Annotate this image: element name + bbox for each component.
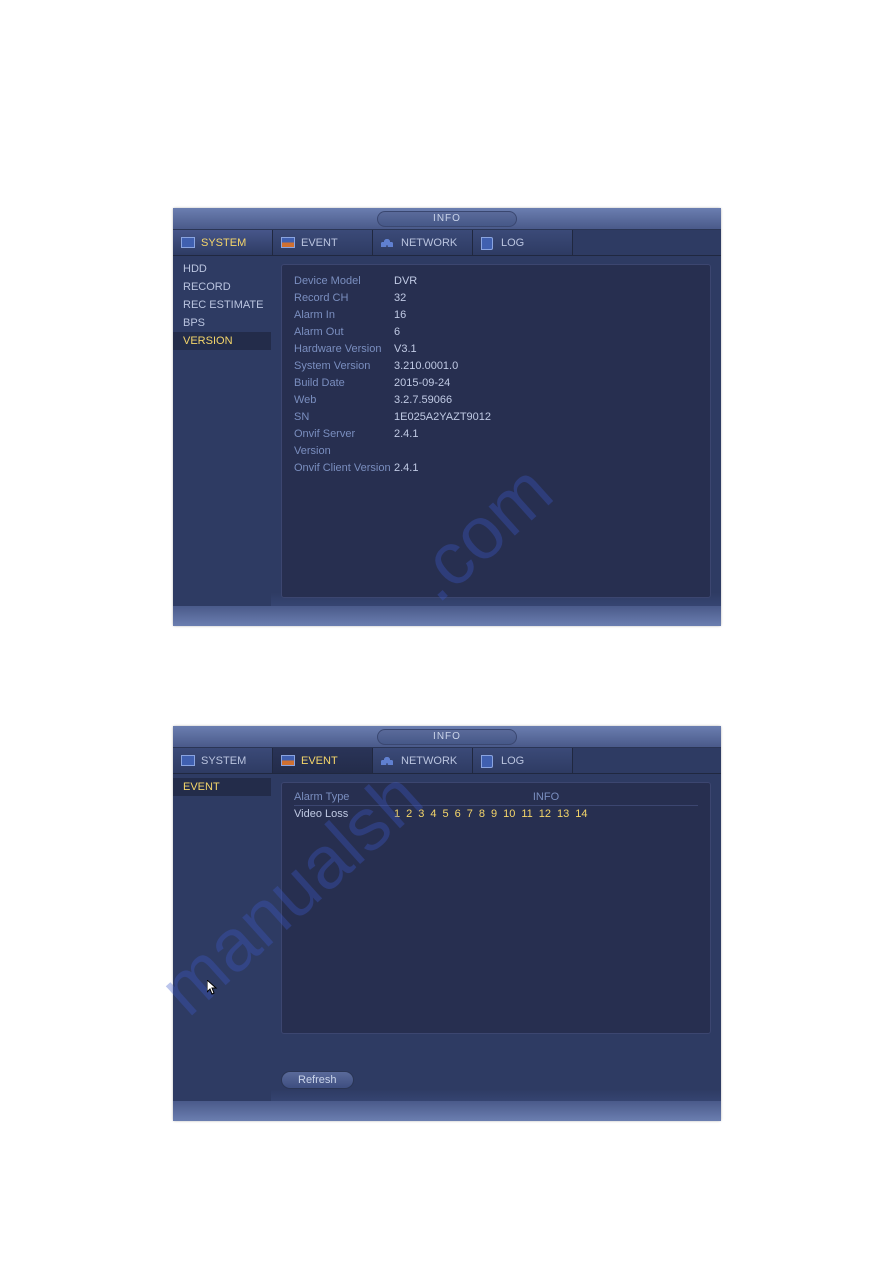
ch-num: 9 [491,808,497,820]
tab-label: NETWORK [401,237,457,249]
system-version-label: System Version [294,358,394,375]
event-type: Video Loss [294,808,394,820]
ch-num: 7 [467,808,473,820]
ch-num: 3 [418,808,424,820]
onvif-client-label: Onvif Client Version [294,460,394,477]
ch-num: 2 [406,808,412,820]
window-footer [173,606,721,626]
tab-system[interactable]: SYSTEM [173,230,273,255]
content-area: Alarm Type INFO Video Loss 1 2 3 4 5 6 7 [271,774,721,1101]
record-ch-label: Record CH [294,290,394,307]
event-row: Video Loss 1 2 3 4 5 6 7 8 9 10 1 [294,806,698,820]
device-model-label: Device Model [294,273,394,290]
tab-label: SYSTEM [201,755,246,767]
event-table-header: Alarm Type INFO [294,791,698,806]
tab-label: LOG [501,237,524,249]
tab-bar: SYSTEM EVENT NETWORK LOG [173,230,721,256]
tab-bar: SYSTEM EVENT NETWORK LOG [173,748,721,774]
tab-label: LOG [501,755,524,767]
info-window-event: INFO SYSTEM EVENT NETWORK LOG EVENT [173,726,721,1121]
network-icon [381,237,395,249]
col-alarm-type: Alarm Type [294,791,394,803]
ch-num: 6 [455,808,461,820]
info-window-system: INFO SYSTEM EVENT NETWORK LOG HDD RECORD… [173,208,721,626]
tab-network[interactable]: NETWORK [373,230,473,255]
sidebar-item-recestimate[interactable]: REC ESTIMATE [173,296,271,314]
web-label: Web [294,392,394,409]
alarm-out-label: Alarm Out [294,324,394,341]
tab-event[interactable]: EVENT [273,230,373,255]
event-channels: 1 2 3 4 5 6 7 8 9 10 11 12 13 [394,808,698,820]
record-ch-value: 32 [394,290,406,307]
tab-label: EVENT [301,755,338,767]
tab-system[interactable]: SYSTEM [173,748,273,773]
tab-label: SYSTEM [201,237,246,249]
event-icon [281,237,295,249]
build-date-label: Build Date [294,375,394,392]
ch-num: 8 [479,808,485,820]
monitor-icon [181,237,195,249]
tab-log[interactable]: LOG [473,748,573,773]
ch-num: 4 [430,808,436,820]
window-body: HDD RECORD REC ESTIMATE BPS VERSION Devi… [173,256,721,606]
content-area: Device ModelDVR Record CH32 Alarm In16 A… [271,256,721,606]
window-title: INFO [377,211,517,227]
ch-num: 1 [394,808,400,820]
col-info: INFO [394,791,698,803]
sidebar-item-record[interactable]: RECORD [173,278,271,296]
titlebar: INFO [173,726,721,748]
hardware-version-label: Hardware Version [294,341,394,358]
tab-label: NETWORK [401,755,457,767]
refresh-button[interactable]: Refresh [281,1071,354,1089]
hardware-version-value: V3.1 [394,341,417,358]
window-footer [173,1101,721,1121]
sidebar-item-version[interactable]: VERSION [173,332,271,350]
titlebar: INFO [173,208,721,230]
sidebar-item-bps[interactable]: BPS [173,314,271,332]
sidebar-item-hdd[interactable]: HDD [173,260,271,278]
sidebar: EVENT [173,774,271,1101]
onvif-client-value: 2.4.1 [394,460,418,477]
onvif-server-label: Onvif Server Version [294,426,394,460]
event-panel: Alarm Type INFO Video Loss 1 2 3 4 5 6 7 [281,782,711,1034]
version-panel: Device ModelDVR Record CH32 Alarm In16 A… [281,264,711,598]
monitor-icon [181,755,195,767]
ch-num: 5 [443,808,449,820]
alarm-in-value: 16 [394,307,406,324]
web-value: 3.2.7.59066 [394,392,452,409]
sidebar: HDD RECORD REC ESTIMATE BPS VERSION [173,256,271,606]
onvif-server-value: 2.4.1 [394,426,418,460]
sn-value: 1E025A2YAZT9012 [394,409,491,426]
ch-num: 13 [557,808,569,820]
alarm-out-value: 6 [394,324,400,341]
network-icon [381,755,395,767]
device-model-value: DVR [394,273,417,290]
window-body: EVENT Alarm Type INFO Video Loss 1 2 3 [173,774,721,1101]
ch-num: 10 [503,808,515,820]
build-date-value: 2015-09-24 [394,375,450,392]
tab-network[interactable]: NETWORK [373,748,473,773]
ch-num: 14 [575,808,587,820]
log-icon [481,237,495,249]
tab-event[interactable]: EVENT [273,748,373,773]
ch-num: 11 [521,808,532,820]
log-icon [481,755,495,767]
system-version-value: 3.210.0001.0 [394,358,458,375]
event-icon [281,755,295,767]
alarm-in-label: Alarm In [294,307,394,324]
tab-log[interactable]: LOG [473,230,573,255]
window-title: INFO [377,729,517,745]
sidebar-item-event[interactable]: EVENT [173,778,271,796]
sn-label: SN [294,409,394,426]
tab-label: EVENT [301,237,338,249]
ch-num: 12 [539,808,551,820]
